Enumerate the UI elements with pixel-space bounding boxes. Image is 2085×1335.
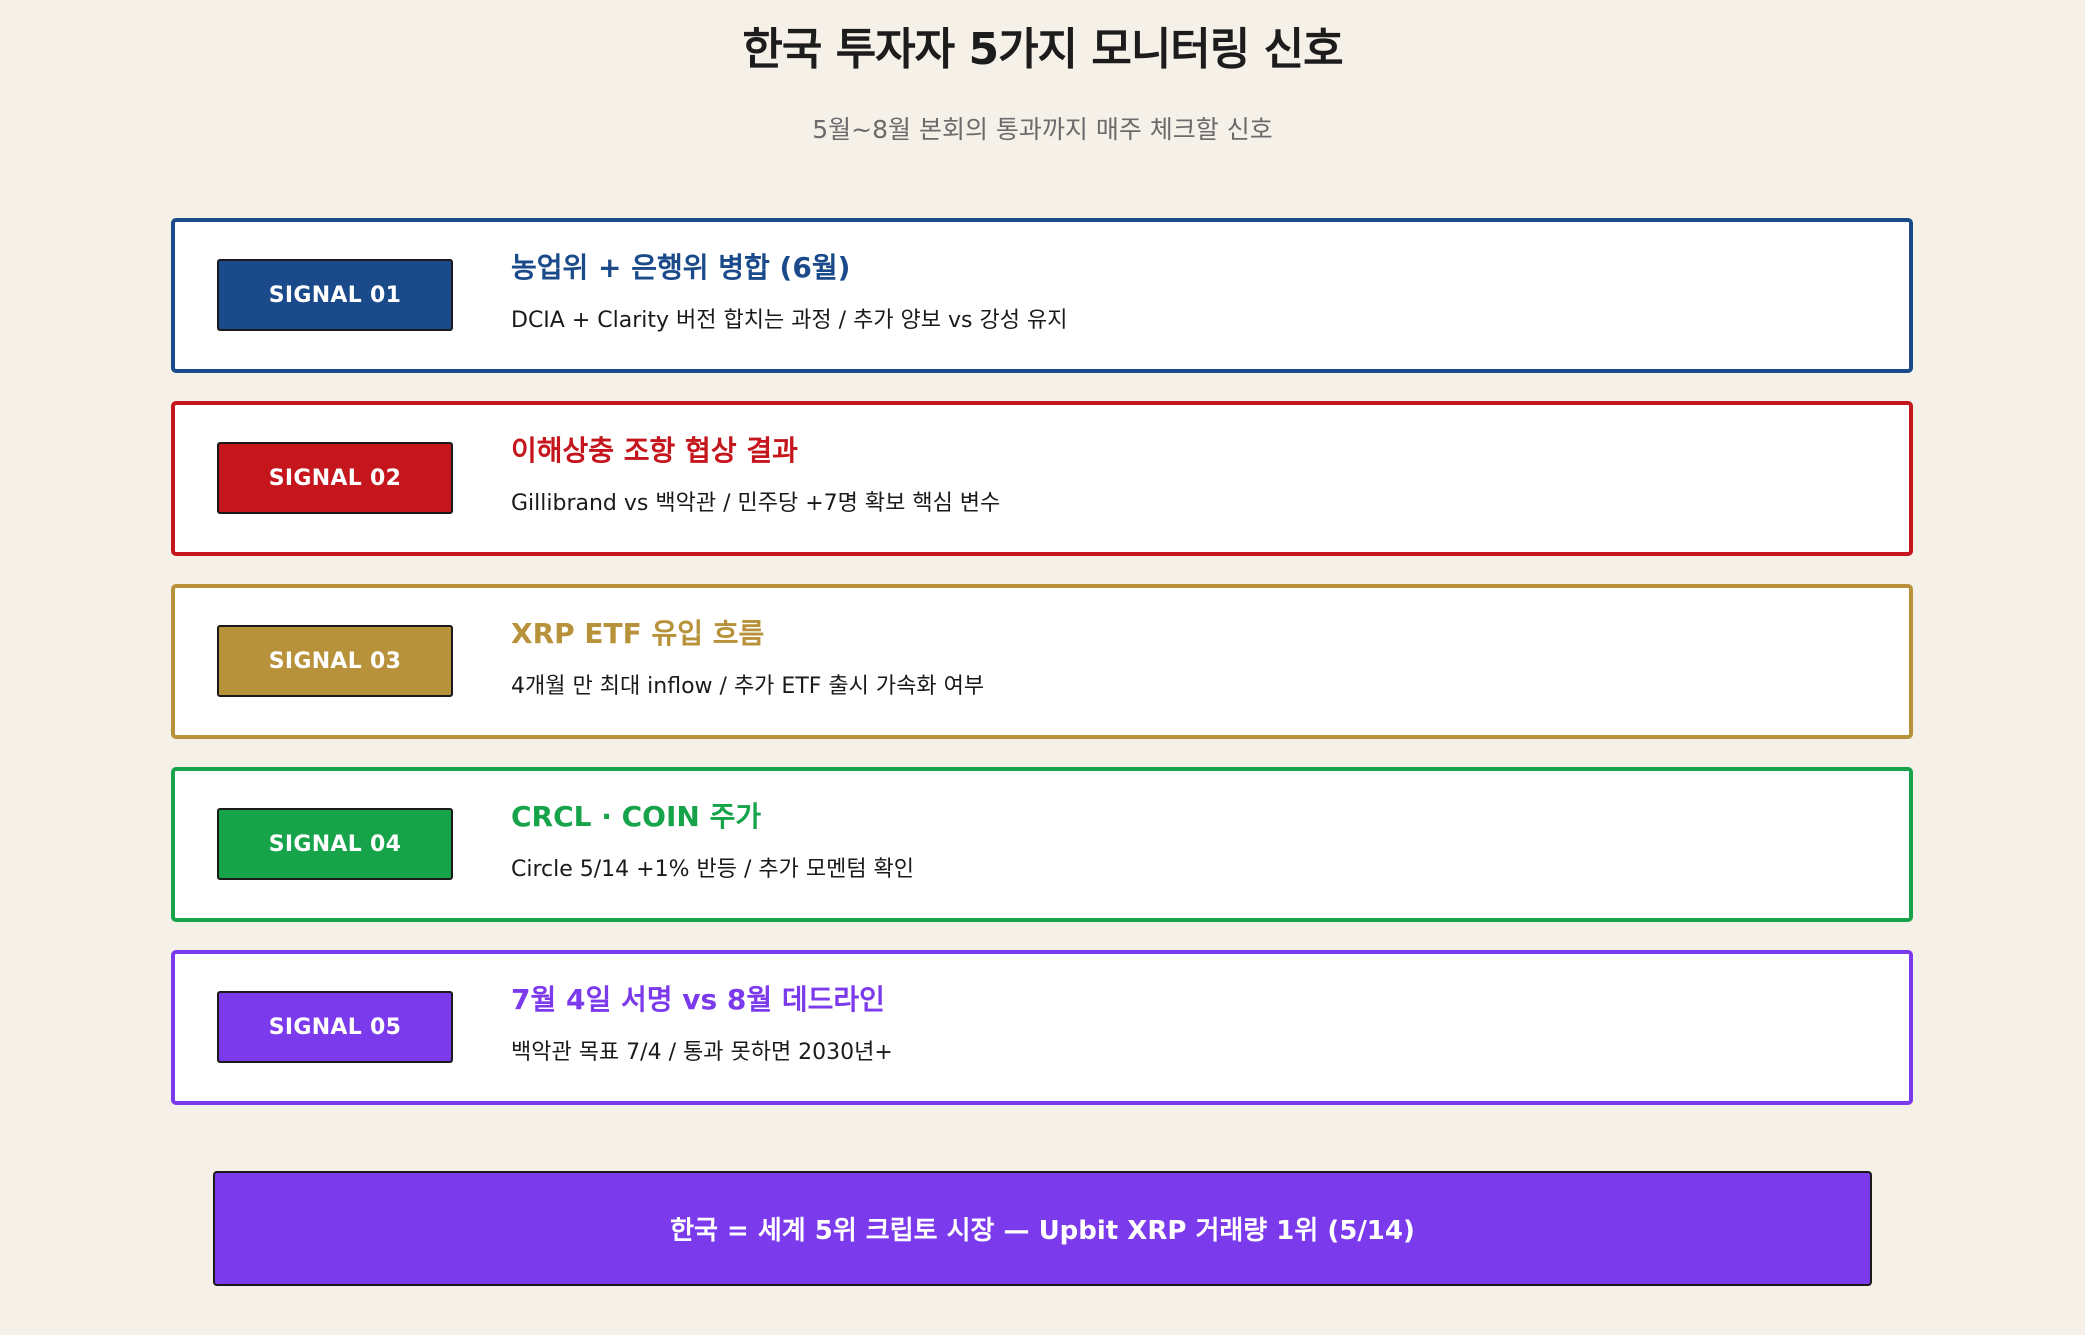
page-subtitle: 5월~8월 본회의 통과까지 매주 체크할 신호 [812,115,1273,144]
footer-banner: 한국 = 세계 5위 크립토 시장 — Upbit XRP 거래량 1위 (5/… [213,1171,1872,1286]
signal-card-03: SIGNAL 03 XRP ETF 유입 흐름 4개월 만 최대 inflow … [171,584,1913,739]
signal-badge: SIGNAL 05 [217,991,453,1063]
signal-description: Circle 5/14 +1% 반등 / 추가 모멘텀 확인 [511,857,915,882]
signal-description: Gillibrand vs 백악관 / 민주당 +7명 확보 핵심 변수 [511,491,1001,516]
signal-card-02: SIGNAL 02 이해상충 조항 협상 결과 Gillibrand vs 백악… [171,401,1913,556]
signal-title: 7월 4일 서명 vs 8월 데드라인 [511,983,885,1016]
signal-card-05: SIGNAL 05 7월 4일 서명 vs 8월 데드라인 백악관 목표 7/4… [171,950,1913,1105]
page-title: 한국 투자자 5가지 모니터링 신호 [742,24,1343,75]
signal-description: DCIA + Clarity 버전 합치는 과정 / 추가 양보 vs 강성 유… [511,308,1068,333]
signal-title: CRCL · COIN 주가 [511,800,762,833]
page-header: 한국 투자자 5가지 모니터링 신호 5월~8월 본회의 통과까지 매주 체크할… [0,22,2085,146]
signal-title: 이해상충 조항 협상 결과 [511,434,798,467]
signal-title: 농업위 + 은행위 병합 (6월) [511,251,851,284]
signal-badge: SIGNAL 03 [217,625,453,697]
signal-card-04: SIGNAL 04 CRCL · COIN 주가 Circle 5/14 +1%… [171,767,1913,922]
signal-badge: SIGNAL 02 [217,442,453,514]
signal-badge: SIGNAL 01 [217,259,453,331]
signal-badge: SIGNAL 04 [217,808,453,880]
signal-title: XRP ETF 유입 흐름 [511,617,765,650]
signal-description: 백악관 목표 7/4 / 통과 못하면 2030년+ [511,1040,893,1065]
signal-list: SIGNAL 01 농업위 + 은행위 병합 (6월) DCIA + Clari… [171,218,1913,1133]
signal-description: 4개월 만 최대 inflow / 추가 ETF 출시 가속화 여부 [511,674,985,699]
signal-card-01: SIGNAL 01 농업위 + 은행위 병합 (6월) DCIA + Clari… [171,218,1913,373]
